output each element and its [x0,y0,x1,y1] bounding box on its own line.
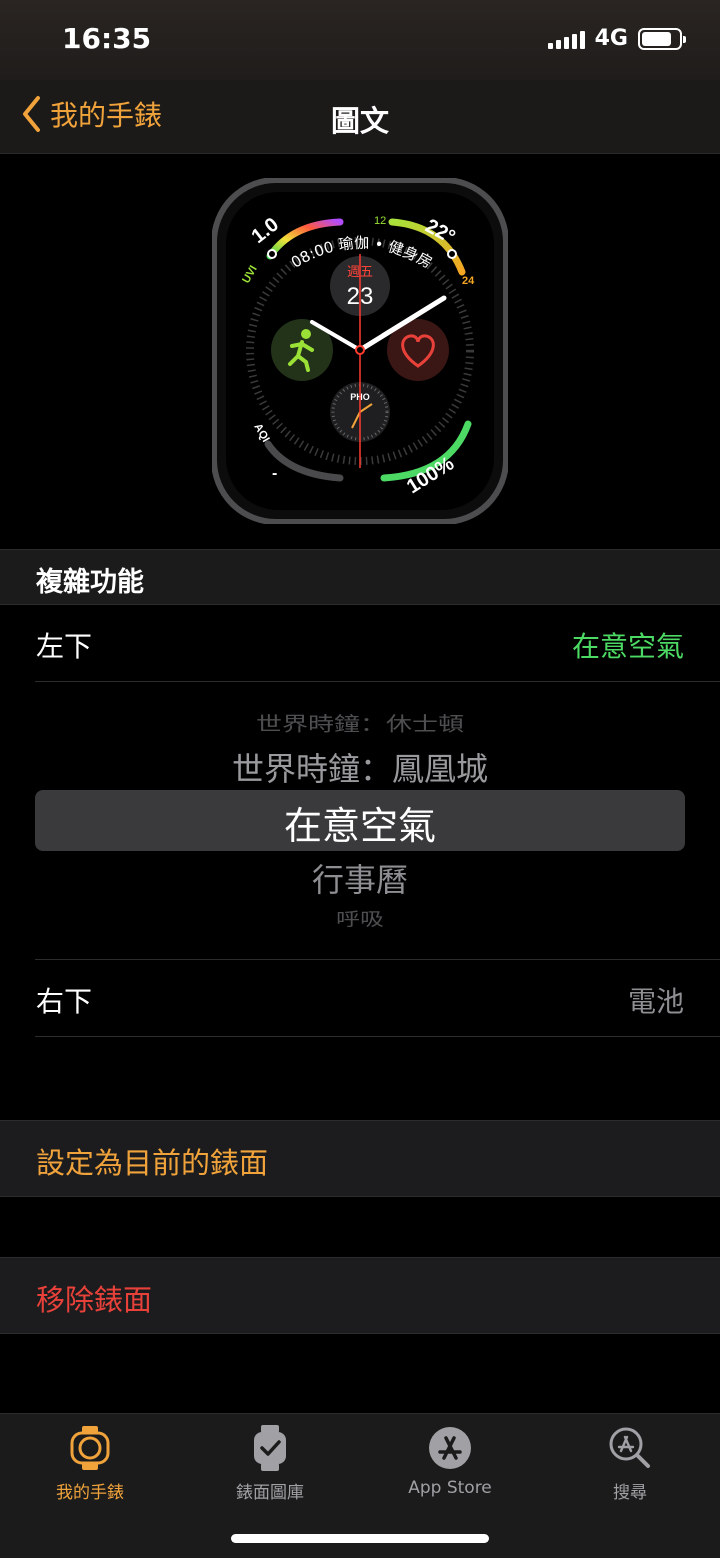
home-indicator[interactable] [231,1534,489,1543]
watch-face-preview: 1.0 UVI 12 22° 24 08:00 瑜伽 • 健身房 AQI - 1… [0,154,720,549]
page-title: 圖文 [330,104,389,138]
status-time: 16:35 [62,22,152,55]
complication-picker[interactable]: 世界時鐘：休士頓 世界時鐘：鳳凰城 在意空氣 行事曆 呼吸 [0,682,720,959]
watch-icon [70,1426,110,1470]
tab-app-store[interactable]: App Store [360,1424,540,1498]
tab-my-watch[interactable]: 我的手錶 [0,1424,180,1503]
tab-search[interactable]: 搜尋 [540,1424,720,1503]
temp-high: 24 [462,275,475,287]
watch-face-image: 1.0 UVI 12 22° 24 08:00 瑜伽 • 健身房 AQI - 1… [212,178,508,524]
tab-face-gallery[interactable]: 錶面圖庫 [180,1424,360,1503]
signal-icon [547,29,585,49]
complication-row-bottom-right[interactable]: 右下 電池 [0,960,720,1037]
divider [35,1036,720,1037]
navigation-bar: 我的手錶 圖文 [0,80,720,154]
section-title: 複雜功能 [36,567,144,598]
complications-section-header: 複雜功能 [0,549,720,605]
picker-option-selected[interactable]: 在意空氣 [0,795,720,850]
remove-face-button[interactable]: 移除錶面 [0,1257,720,1334]
complication-label: 左下 [36,630,93,663]
tab-label: App Store [408,1478,492,1498]
complication-label: 右下 [36,985,93,1018]
network-type: 4G [594,26,628,51]
picker-option[interactable]: 世界時鐘：鳳凰城 [0,744,720,790]
complication-row-bottom-left[interactable]: 左下 在意空氣 [0,605,720,682]
app-store-icon [429,1427,471,1469]
set-current-face-label: 設定為目前的錶面 [36,1146,269,1180]
status-indicators: 4G [547,26,686,51]
status-bar: 16:35 4G [0,0,720,80]
picker-option[interactable]: 行事曆 [0,855,720,901]
face-gallery-icon [254,1425,286,1471]
remove-face-label: 移除錶面 [36,1283,153,1317]
tab-label: 搜尋 [613,1483,647,1503]
tab-label: 我的手錶 [56,1483,124,1503]
battery-icon [638,27,686,50]
tab-label: 錶面圖庫 [236,1483,304,1503]
complication-value: 在意空氣 [571,630,684,663]
set-current-face-button[interactable]: 設定為目前的錶面 [0,1120,720,1197]
picker-option[interactable]: 世界時鐘：休士頓 [0,709,720,737]
aqi-value: - [272,465,277,482]
complication-value: 電池 [627,985,684,1018]
picker-option[interactable]: 呼吸 [0,904,720,930]
search-icon [609,1427,650,1468]
temp-low: 12 [374,215,386,227]
